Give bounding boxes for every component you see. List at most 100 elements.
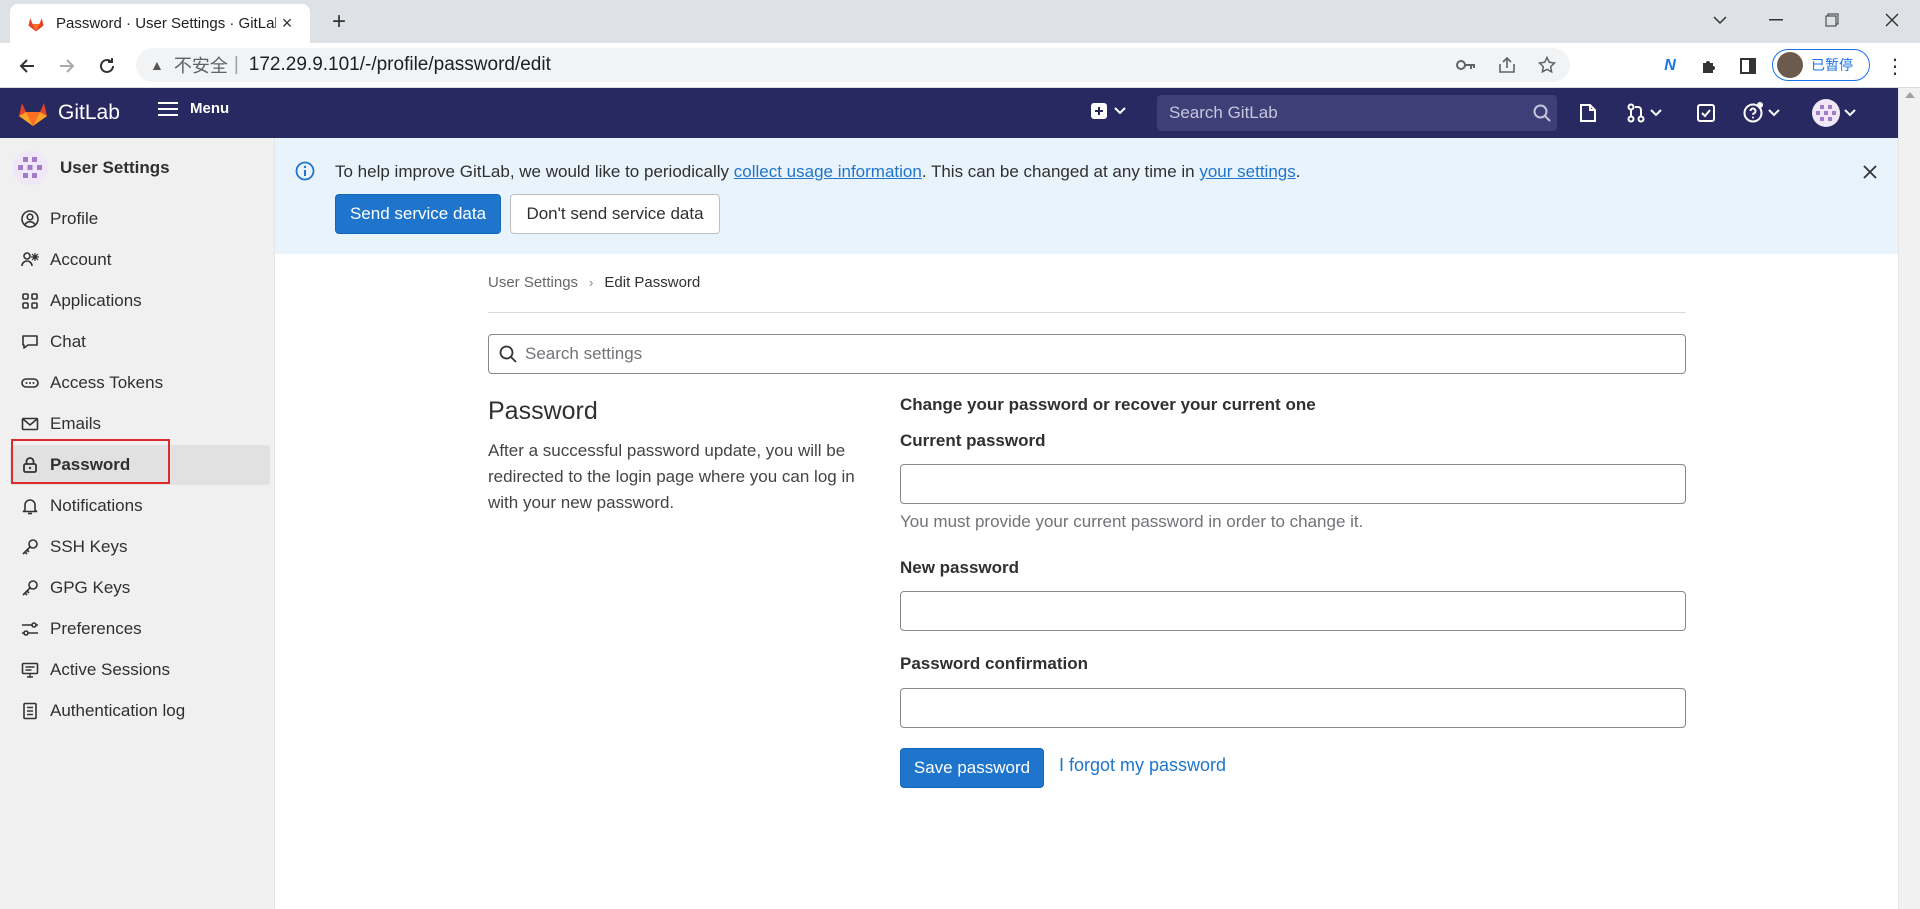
- sidebar-item-label: Preferences: [50, 619, 142, 638]
- gitlab-header: GitLab Menu: [0, 88, 1898, 138]
- side-panel-icon[interactable]: [1733, 51, 1763, 81]
- sidebar-item-label: Emails: [50, 414, 102, 433]
- applications-icon: [20, 291, 40, 311]
- minimize-icon[interactable]: [1748, 0, 1804, 40]
- merge-requests-dropdown[interactable]: [1626, 100, 1662, 126]
- form-heading: Change your password or recover your cur…: [900, 395, 1316, 414]
- breadcrumb-divider: [488, 312, 1686, 313]
- help-dropdown[interactable]: [1742, 100, 1780, 126]
- new-tab-button[interactable]: +: [325, 8, 353, 36]
- browser-profile-button[interactable]: 已暂停: [1772, 49, 1870, 81]
- user-settings-sidebar: User Settings Profile Account Applicatio…: [0, 138, 275, 909]
- issues-icon[interactable]: [1578, 100, 1598, 126]
- user-menu-dropdown[interactable]: [1812, 99, 1856, 127]
- browser-toolbar: ▲ 不安全 | 172.29.9.101/-/profile/password/…: [0, 43, 1920, 88]
- forward-icon[interactable]: [52, 51, 82, 81]
- sidebar-item-preferences[interactable]: Preferences: [10, 609, 270, 649]
- current-password-field[interactable]: [900, 464, 1686, 504]
- sidebar-item-profile[interactable]: Profile: [10, 199, 270, 239]
- usage-ping-banner: To help improve GitLab, we would like to…: [275, 138, 1898, 254]
- merge-request-icon: [1627, 103, 1645, 123]
- password-confirmation-field[interactable]: [900, 688, 1686, 728]
- gitlab-favicon-icon: [28, 17, 44, 31]
- gitlab-search-input[interactable]: [1169, 103, 1527, 123]
- sidebar-item-label: Authentication log: [50, 701, 186, 720]
- send-service-data-button[interactable]: Send service data: [335, 194, 501, 234]
- chat-icon: [20, 332, 40, 352]
- restore-icon[interactable]: [1804, 0, 1860, 40]
- gitlab-search[interactable]: [1157, 95, 1557, 131]
- dont-send-service-data-button[interactable]: Don't send service data: [510, 194, 720, 234]
- tab-search-icon[interactable]: [1692, 0, 1748, 40]
- address-bar[interactable]: ▲ 不安全 | 172.29.9.101/-/profile/password/…: [136, 48, 1570, 82]
- new-password-field[interactable]: [900, 591, 1686, 631]
- gitlab-logo-icon: [19, 103, 47, 126]
- back-icon[interactable]: [12, 51, 42, 81]
- chevron-down-icon: [1114, 107, 1126, 115]
- your-settings-link[interactable]: your settings: [1199, 162, 1295, 181]
- key-icon[interactable]: [1456, 59, 1476, 71]
- sidebar-item-chat[interactable]: Chat: [10, 322, 270, 362]
- todos-icon[interactable]: [1696, 100, 1716, 126]
- sidebar-item-label: Account: [50, 250, 112, 269]
- banner-close-icon[interactable]: [1860, 162, 1880, 182]
- browser-menu-icon[interactable]: ⋮: [1880, 51, 1910, 81]
- current-password-input[interactable]: [901, 465, 1685, 503]
- sidebar-item-label: Access Tokens: [50, 373, 164, 392]
- password-highlight-box: [11, 439, 170, 484]
- breadcrumb-current[interactable]: Edit Password: [604, 274, 700, 291]
- tab-close-icon[interactable]: ×: [276, 13, 298, 35]
- tab-title: Password · User Settings · GitLab: [56, 15, 276, 32]
- save-password-button[interactable]: Save password: [900, 748, 1044, 788]
- new-password-input[interactable]: [901, 592, 1685, 630]
- sidebar-item-applications[interactable]: Applications: [10, 281, 270, 321]
- url-text[interactable]: 172.29.9.101/-/profile/password/edit: [249, 54, 551, 76]
- banner-message: To help improve GitLab, we would like to…: [335, 162, 1300, 182]
- monitor-icon: [20, 660, 40, 680]
- url-separator: |: [233, 54, 239, 75]
- mail-icon: [20, 414, 40, 434]
- chevron-down-icon: [1844, 109, 1856, 117]
- forgot-password-link[interactable]: I forgot my password: [1059, 755, 1226, 776]
- sidebar-item-notifications[interactable]: Notifications: [10, 486, 270, 526]
- gitlab-brand-name: GitLab: [58, 101, 120, 124]
- profile-icon: [20, 209, 40, 229]
- gitlab-home-link[interactable]: GitLab: [18, 99, 120, 127]
- sidebar-item-label: GPG Keys: [50, 578, 131, 597]
- bookmark-star-icon[interactable]: [1538, 56, 1556, 74]
- sidebar-item-emails[interactable]: Emails: [10, 404, 270, 444]
- hamburger-icon: [158, 101, 178, 116]
- profile-status: 已暂停: [1811, 57, 1853, 73]
- info-icon: [295, 161, 315, 181]
- settings-search-input[interactable]: [525, 344, 1685, 364]
- settings-search[interactable]: [488, 334, 1686, 374]
- sidebar-item-label: Chat: [50, 332, 86, 351]
- sidebar-item-active-sessions[interactable]: Active Sessions: [10, 650, 270, 690]
- page-scrollbar[interactable]: [1898, 88, 1920, 909]
- sidebar-item-ssh-keys[interactable]: SSH Keys: [10, 527, 270, 567]
- sidebar-header[interactable]: User Settings: [12, 150, 170, 186]
- sidebar-item-gpg-keys[interactable]: GPG Keys: [10, 568, 270, 608]
- sidebar-item-authentication-log[interactable]: Authentication log: [10, 691, 270, 731]
- banner-text-before: To help improve GitLab, we would like to…: [335, 162, 734, 181]
- menu-label: Menu: [190, 100, 230, 117]
- extension-n-icon[interactable]: N: [1655, 51, 1685, 81]
- password-confirmation-input[interactable]: [901, 689, 1685, 727]
- collect-usage-link[interactable]: collect usage information: [734, 162, 922, 181]
- account-icon: [20, 250, 40, 270]
- share-icon[interactable]: [1498, 56, 1516, 74]
- puzzle-extensions-icon[interactable]: [1694, 51, 1724, 81]
- sidebar-item-access-tokens[interactable]: Access Tokens: [10, 363, 270, 403]
- browser-tab[interactable]: Password · User Settings · GitLab ×: [10, 4, 310, 43]
- window-close-icon[interactable]: [1864, 0, 1920, 40]
- breadcrumb-parent[interactable]: User Settings: [488, 274, 578, 291]
- scroll-up-icon[interactable]: [1905, 92, 1915, 98]
- help-icon: [1743, 102, 1763, 123]
- section-description: After a successful password update, you …: [488, 441, 855, 512]
- create-new-dropdown[interactable]: [1090, 102, 1126, 120]
- breadcrumb: User Settings › Edit Password: [488, 274, 700, 291]
- reload-icon[interactable]: [92, 51, 122, 81]
- insecure-label: 不安全: [173, 56, 228, 76]
- sidebar-item-account[interactable]: Account: [10, 240, 270, 280]
- menu-button[interactable]: Menu: [158, 100, 229, 117]
